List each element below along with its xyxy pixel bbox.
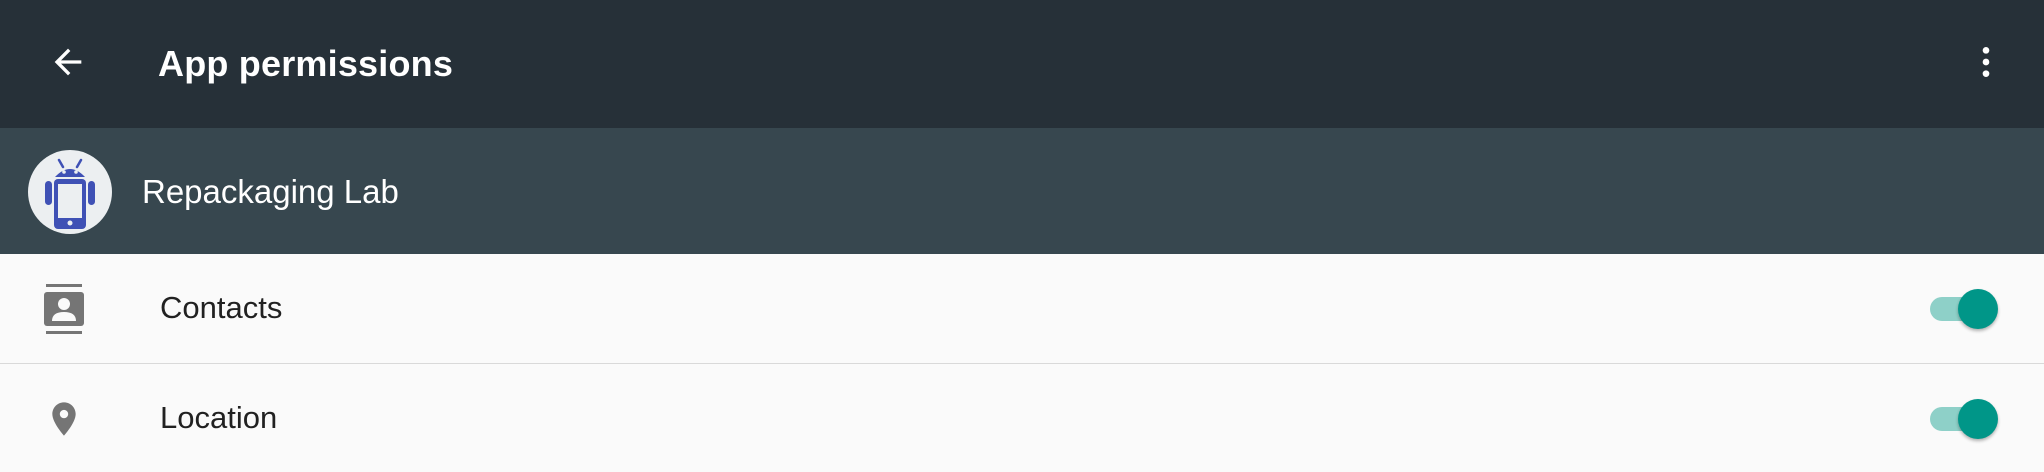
permission-label: Contacts <box>160 290 283 325</box>
app-header: Repackaging Lab <box>0 128 2044 254</box>
toggle-thumb <box>1958 289 1998 329</box>
contacts-toggle[interactable] <box>1926 286 1998 330</box>
permission-row-location[interactable]: Location <box>0 364 2044 472</box>
back-button[interactable] <box>36 32 100 96</box>
toggle-thumb <box>1958 399 1998 439</box>
permission-label: Location <box>160 400 278 435</box>
location-pin-icon <box>36 388 92 450</box>
app-permissions-screen: App permissions Repackaging Lab Contacts… <box>0 0 2044 472</box>
more-vert-icon <box>1966 42 2006 87</box>
toolbar: App permissions <box>0 0 2044 128</box>
contacts-icon <box>36 278 92 340</box>
arrow-back-icon <box>48 42 88 87</box>
app-avatar <box>28 150 112 234</box>
android-phone-icon <box>28 158 112 234</box>
app-name: Repackaging Lab <box>142 173 399 210</box>
permission-row-contacts[interactable]: Contacts <box>0 254 2044 363</box>
page-title: App permissions <box>158 43 454 84</box>
location-toggle[interactable] <box>1926 396 1998 440</box>
overflow-menu-button[interactable] <box>1954 32 2018 96</box>
